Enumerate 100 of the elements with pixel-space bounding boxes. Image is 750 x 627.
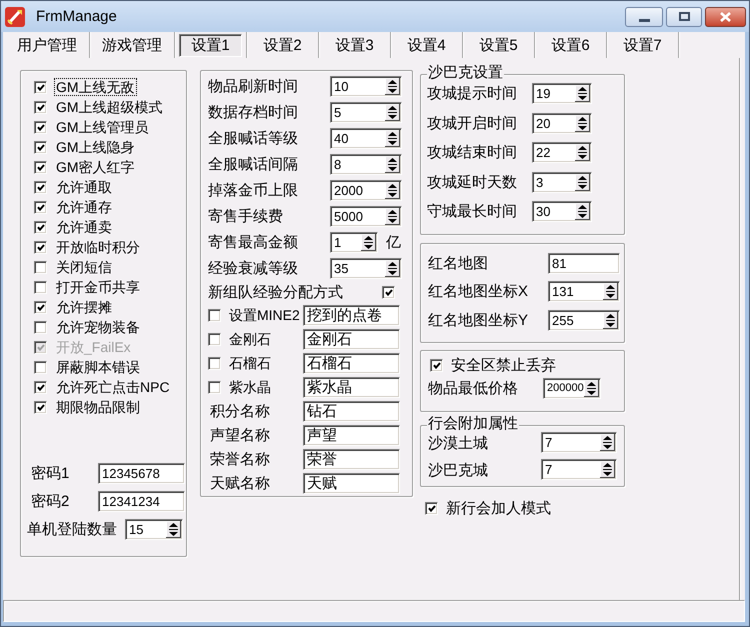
number-field[interactable]: 19 — [532, 83, 592, 104]
number-field[interactable]: 200000 — [543, 378, 601, 398]
checkbox-label[interactable]: 允许宠物装备 — [55, 319, 141, 335]
number-field[interactable]: 2000 — [330, 180, 402, 200]
checkbox[interactable] — [34, 140, 47, 154]
number-field[interactable]: 15 — [125, 518, 183, 540]
number-field[interactable]: 30 — [532, 201, 592, 222]
checkbox-label[interactable]: 允许通取 — [55, 179, 113, 195]
checkbox-label[interactable]: 设置MINE2 — [229, 308, 303, 322]
spin-button[interactable] — [603, 312, 618, 329]
checkbox-label[interactable]: 新行会加人模式 — [446, 500, 551, 516]
spin-button[interactable] — [600, 434, 615, 451]
checkbox[interactable] — [34, 360, 47, 374]
checkbox-label[interactable]: 允许通存 — [55, 199, 113, 215]
checkbox-label[interactable]: 期限物品限制 — [55, 399, 141, 415]
spin-button[interactable] — [385, 130, 400, 146]
text-field[interactable]: 天赋 — [303, 472, 400, 494]
checkbox[interactable] — [430, 358, 443, 372]
checkbox-label[interactable]: GM上线隐身 — [55, 139, 136, 155]
text-field[interactable]: 石榴石 — [303, 352, 400, 374]
number-field[interactable]: 131 — [548, 281, 620, 302]
spin-button[interactable] — [575, 144, 590, 162]
tab[interactable]: 游戏管理 — [90, 34, 174, 56]
checkbox[interactable] — [34, 320, 47, 334]
minimize-button[interactable] — [625, 6, 663, 26]
number-field[interactable]: 20 — [532, 112, 592, 134]
spin-button[interactable] — [385, 260, 400, 276]
checkbox[interactable] — [34, 260, 47, 274]
spin-button[interactable] — [385, 156, 400, 172]
spin-button[interactable] — [603, 283, 618, 300]
text-field[interactable]: 12345678 — [98, 462, 185, 484]
number-field[interactable]: 35 — [330, 258, 402, 278]
number-field[interactable]: 5000 — [330, 206, 402, 226]
checkbox[interactable] — [34, 280, 47, 294]
checkbox[interactable] — [208, 356, 221, 370]
checkbox[interactable] — [34, 300, 47, 314]
spin-button[interactable] — [385, 208, 400, 224]
spin-button[interactable] — [166, 520, 181, 538]
checkbox[interactable] — [34, 380, 47, 394]
checkbox-label[interactable]: 允许摆摊 — [55, 299, 113, 315]
checkbox-label[interactable]: GM上线无敌 — [55, 79, 136, 95]
checkbox[interactable] — [34, 120, 47, 134]
checkbox[interactable] — [34, 240, 47, 254]
checkbox-label[interactable]: 紫水晶 — [229, 380, 303, 394]
checkbox[interactable] — [34, 80, 47, 94]
checkbox-label[interactable]: 石榴石 — [229, 356, 303, 370]
number-field[interactable]: 8 — [330, 154, 402, 174]
checkbox-label[interactable]: 打开金币共享 — [55, 279, 141, 295]
text-field[interactable]: 钻石 — [303, 400, 400, 422]
checkbox[interactable] — [34, 200, 47, 214]
checkbox[interactable] — [34, 400, 47, 414]
checkbox[interactable] — [208, 380, 221, 394]
number-field[interactable]: 1 — [330, 232, 378, 252]
checkbox-label[interactable]: 屏蔽脚本错误 — [55, 359, 141, 375]
text-field[interactable]: 声望 — [303, 424, 400, 446]
tab[interactable]: 设置4 — [395, 34, 458, 56]
spin-button[interactable] — [575, 114, 590, 132]
number-field[interactable]: 5 — [330, 102, 402, 122]
checkbox[interactable] — [382, 286, 395, 298]
spin-button[interactable] — [361, 234, 376, 250]
number-field[interactable]: 22 — [532, 142, 592, 164]
text-field[interactable]: 81 — [548, 252, 620, 274]
spin-button[interactable] — [575, 203, 590, 220]
tab[interactable]: 设置1 — [179, 34, 242, 56]
number-field[interactable]: 255 — [548, 310, 620, 331]
number-field[interactable]: 3 — [532, 172, 592, 193]
checkbox[interactable] — [34, 220, 47, 234]
number-field[interactable]: 40 — [330, 128, 402, 148]
checkbox[interactable] — [208, 332, 221, 346]
spin-button[interactable] — [575, 85, 590, 102]
checkbox-label[interactable]: 允许通卖 — [55, 219, 113, 235]
checkbox[interactable] — [425, 502, 438, 514]
text-field[interactable]: 荣誉 — [303, 448, 400, 470]
tab[interactable]: 用户管理 — [5, 34, 89, 56]
spin-button[interactable] — [575, 174, 590, 191]
checkbox-label[interactable]: GM上线管理员 — [55, 119, 150, 135]
spin-button[interactable] — [385, 78, 400, 94]
checkbox[interactable] — [34, 100, 47, 114]
text-field[interactable]: 挖到的点卷 — [303, 304, 400, 326]
tab[interactable]: 设置6 — [539, 34, 602, 56]
number-field[interactable]: 7 — [541, 459, 617, 480]
checkbox-label[interactable]: 关闭短信 — [55, 259, 113, 275]
checkbox-label[interactable]: 安全区禁止丢弃 — [451, 358, 556, 372]
number-field[interactable]: 7 — [541, 432, 617, 453]
maximize-button[interactable] — [666, 6, 702, 26]
spin-button[interactable] — [600, 461, 615, 478]
checkbox-label[interactable]: 允许死亡点击NPC — [55, 379, 171, 395]
number-field[interactable]: 10 — [330, 76, 402, 96]
spin-button[interactable] — [385, 104, 400, 120]
checkbox-label[interactable]: 新组队经验分配方式 — [208, 284, 343, 300]
tab[interactable]: 设置5 — [467, 34, 530, 56]
checkbox-label[interactable]: GM上线超级模式 — [55, 99, 164, 115]
checkbox-label[interactable]: 开放临时积分 — [55, 239, 141, 255]
text-field[interactable]: 金刚石 — [303, 328, 400, 350]
spin-button[interactable] — [584, 380, 599, 396]
tab[interactable]: 设置7 — [611, 34, 674, 56]
text-field[interactable]: 12341234 — [98, 490, 185, 512]
tab[interactable]: 设置3 — [323, 34, 386, 56]
checkbox[interactable] — [34, 180, 47, 194]
checkbox-label[interactable]: GM密人红字 — [55, 159, 136, 175]
